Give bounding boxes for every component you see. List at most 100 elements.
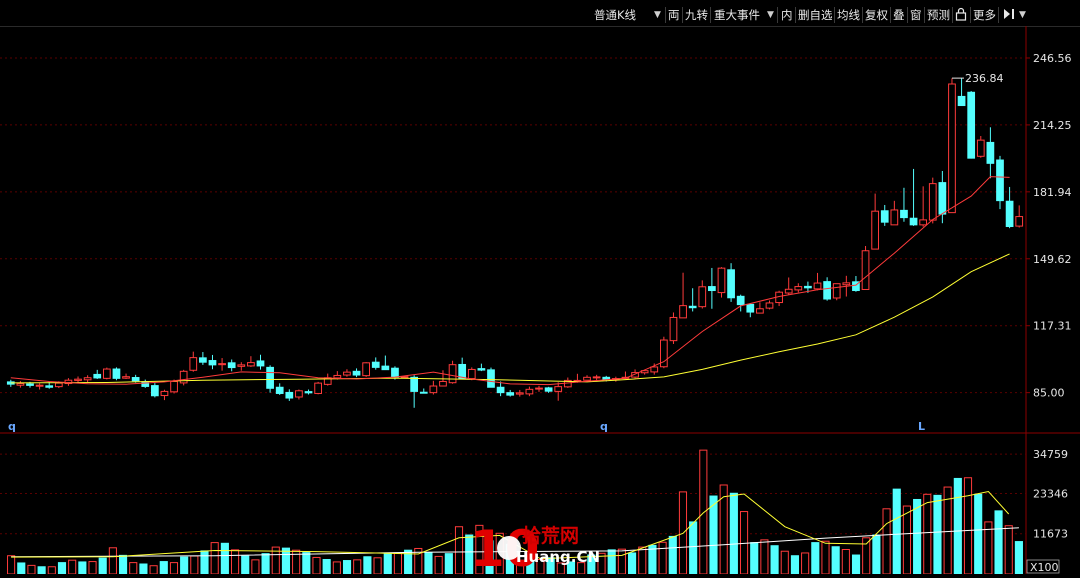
candle-up xyxy=(784,288,793,294)
volume-bar-down xyxy=(444,553,453,574)
volume-bar-down xyxy=(709,495,718,574)
volume-bar-down xyxy=(750,542,759,574)
volume-bar-up xyxy=(88,561,97,574)
candle-down xyxy=(141,381,150,387)
volume-bar-up xyxy=(760,539,769,574)
candle-down xyxy=(112,368,121,379)
candle-down xyxy=(304,391,313,394)
candle-down xyxy=(208,360,217,366)
volume-bar-up xyxy=(190,555,199,574)
kline-chart[interactable]: 85.00 117.31 149.62 181.94 214.25 246.56 11673… xyxy=(0,0,1080,574)
candle-up xyxy=(218,363,226,366)
candle-up xyxy=(74,378,82,381)
candle-up xyxy=(247,362,255,367)
volume-tick-label: 11673 xyxy=(1033,528,1068,541)
candle-down xyxy=(266,366,274,389)
candle-up xyxy=(650,366,659,373)
candle-up xyxy=(333,374,342,379)
volume-bar-down xyxy=(668,535,677,574)
candle-down xyxy=(746,303,755,313)
candle-down xyxy=(688,305,697,309)
volume-bar-up xyxy=(638,546,647,574)
volume-bar-up xyxy=(393,552,402,574)
volume-bar-up xyxy=(902,505,911,574)
volume-bar-down xyxy=(220,542,229,574)
candle-up xyxy=(314,382,322,394)
volume-bar-down xyxy=(98,557,107,574)
candle-down xyxy=(957,95,966,107)
volume-bar-up xyxy=(373,557,382,574)
volume-bar-down xyxy=(689,521,698,574)
volume-bar-up xyxy=(7,555,16,574)
candle-down xyxy=(131,377,140,382)
candle-down xyxy=(736,295,745,306)
volume-bar-down xyxy=(363,556,372,574)
volume-bar-up xyxy=(312,556,321,574)
candle-up xyxy=(698,286,707,308)
volume-bar-up xyxy=(434,555,443,574)
candle-down xyxy=(880,210,889,223)
volume-tick-label: 34759 xyxy=(1033,448,1068,461)
candle-up xyxy=(189,357,198,371)
candle-down xyxy=(381,365,390,371)
candle-up xyxy=(794,286,803,291)
volume-bar-down xyxy=(119,554,128,574)
candle-down xyxy=(967,91,976,159)
price-tick-label: 214.25 xyxy=(1033,119,1072,132)
volume-unit-label: X100 xyxy=(1030,561,1059,574)
candle-down xyxy=(900,209,908,219)
volume-bar-down xyxy=(729,492,738,574)
volume-bar-down xyxy=(953,477,962,574)
candle-up xyxy=(467,368,476,380)
volume-bar-up xyxy=(251,559,260,574)
volume-bar-up xyxy=(862,537,871,574)
volume-bar-down xyxy=(180,556,189,574)
candle-down xyxy=(256,360,265,367)
volume-tick-label: 23346 xyxy=(1033,487,1068,500)
volume-bar-down xyxy=(322,559,331,574)
candle-up xyxy=(583,376,591,381)
candle-down xyxy=(419,391,428,394)
volume-bar-down xyxy=(933,494,942,574)
candle-down xyxy=(823,281,831,300)
volume-bar-down xyxy=(241,555,250,574)
volume-bar-down xyxy=(424,552,433,574)
volume-bar-up xyxy=(454,526,464,574)
candle-down xyxy=(727,269,735,299)
candle-down xyxy=(45,385,54,388)
volume-bar-up xyxy=(292,549,301,574)
candle-up xyxy=(448,364,457,384)
candle-up xyxy=(1015,216,1024,227)
volume-bar-down xyxy=(37,566,46,574)
volume-bar-up xyxy=(617,548,626,574)
candle-up xyxy=(717,267,726,294)
volume-bar-down xyxy=(383,553,392,574)
volume-bar-down xyxy=(159,561,168,574)
candle-down xyxy=(391,367,399,378)
volume-bar-down xyxy=(831,546,840,574)
candle-down xyxy=(275,386,284,394)
volume-bar-up xyxy=(129,562,138,574)
price-tick-label: 85.00 xyxy=(1033,387,1065,400)
volume-bar-up xyxy=(332,561,341,574)
volume-bar-up xyxy=(27,564,36,574)
candle-down xyxy=(227,362,236,369)
period-marker-mid: q xyxy=(600,420,608,433)
volume-bar-down xyxy=(1014,541,1023,574)
volume-bar-up xyxy=(108,547,117,574)
volume-bar-down xyxy=(628,552,637,574)
candle-down xyxy=(199,357,207,363)
candle-up xyxy=(861,250,870,290)
volume-bar-up xyxy=(169,562,179,574)
volume-bar-down xyxy=(261,553,270,574)
volume-bar-down xyxy=(811,542,820,574)
volume-bar-up xyxy=(230,549,240,574)
watermark-logo: 10 拾荒网 Huang.CN xyxy=(470,520,610,578)
volume-bar-down xyxy=(139,563,148,574)
candle-down xyxy=(1005,200,1014,228)
volume-bar-down xyxy=(78,561,87,574)
candle-down xyxy=(26,383,34,386)
candle-up xyxy=(515,392,524,395)
volume-bar-down xyxy=(790,555,800,574)
candle-up xyxy=(170,380,178,393)
